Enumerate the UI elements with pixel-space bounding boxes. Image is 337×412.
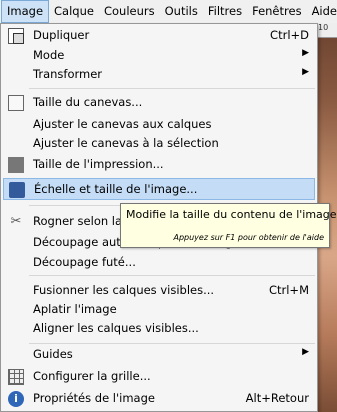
print-size-icon	[8, 157, 24, 173]
submenu-arrow-icon: ▶	[302, 67, 309, 77]
menu-fenetres[interactable]: Fenêtres	[247, 0, 306, 23]
tooltip-text: Modifie la taille du contenu de l'image	[126, 208, 337, 221]
menu-item-label: Découpage futé...	[33, 255, 136, 269]
menu-item-label: Aplatir l'image	[33, 302, 117, 316]
crop-icon: ✂	[10, 214, 22, 229]
menu-item-label: Aligner les calques visibles...	[33, 321, 199, 335]
menu-item-taille-impression[interactable]: Taille de l'impression...	[3, 154, 315, 176]
menu-item-label: Ajuster le canevas à la sélection	[33, 136, 219, 150]
menu-item-shortcut: Ctrl+D	[270, 28, 309, 42]
menu-calque[interactable]: Calque	[49, 0, 99, 23]
menu-item-transformer[interactable]: Transformer ▶	[3, 64, 315, 86]
menu-image[interactable]: Image	[1, 0, 50, 23]
ruler: 10	[318, 23, 337, 38]
menu-item-echelle-image[interactable]: Échelle et taille de l'image...	[3, 178, 315, 200]
menu-item-ajuster-selection[interactable]: Ajuster le canevas à la sélection	[3, 133, 315, 155]
tooltip: Modifie la taille du contenu de l'image …	[120, 203, 337, 248]
menu-item-label: Transformer	[33, 67, 103, 81]
info-icon: i	[8, 391, 24, 407]
menu-item-configurer-grille[interactable]: Configurer la grille...	[3, 366, 315, 388]
menu-item-guides[interactable]: Guides ▶	[3, 344, 315, 366]
submenu-arrow-icon: ▶	[302, 347, 309, 357]
menu-item-taille-canevas[interactable]: Taille du canevas...	[3, 92, 315, 114]
menubar: Image Calque Couleurs Outils Filtres Fen…	[0, 0, 337, 24]
menu-item-label: Dupliquer	[33, 28, 90, 42]
menu-item-decoupage-fute[interactable]: Découpage futé...	[3, 252, 315, 274]
duplicate-icon	[8, 28, 24, 44]
menu-item-dupliquer[interactable]: Dupliquer Ctrl+D	[3, 25, 315, 47]
scale-image-icon	[9, 182, 25, 198]
menu-item-shortcut: Ctrl+M	[268, 283, 309, 297]
ruler-label: 10	[318, 23, 329, 32]
menu-outils[interactable]: Outils	[160, 0, 203, 23]
menu-separator	[29, 88, 315, 89]
menu-item-label: Configurer la grille...	[33, 369, 151, 383]
menu-item-label: Taille du canevas...	[33, 95, 143, 109]
menu-item-label: Échelle et taille de l'image...	[34, 182, 198, 196]
tooltip-hint: Appuyez sur F1 pour obtenir de l'aide	[173, 233, 324, 242]
menu-item-aligner[interactable]: Aligner les calques visibles...	[3, 318, 315, 340]
canvas-size-icon	[8, 95, 24, 111]
menu-item-label: Mode	[33, 48, 65, 62]
menu-item-label: Taille de l'impression...	[33, 157, 164, 171]
menu-separator	[29, 275, 315, 276]
menu-item-proprietes[interactable]: i Propriétés de l'image Alt+Retour	[3, 388, 315, 410]
grid-icon	[8, 369, 24, 385]
menu-item-label: Fusionner les calques visibles...	[33, 283, 215, 297]
menu-item-label: Guides	[33, 347, 73, 361]
submenu-arrow-icon: ▶	[302, 48, 309, 58]
menu-aide[interactable]: Aide	[307, 0, 337, 23]
menu-couleurs[interactable]: Couleurs	[99, 0, 160, 23]
menu-filtres[interactable]: Filtres	[203, 0, 247, 23]
menu-item-label: Propriétés de l'image	[33, 391, 155, 405]
menu-item-label: Ajuster le canevas aux calques	[33, 117, 212, 131]
menu-item-shortcut: Alt+Retour	[245, 391, 309, 405]
